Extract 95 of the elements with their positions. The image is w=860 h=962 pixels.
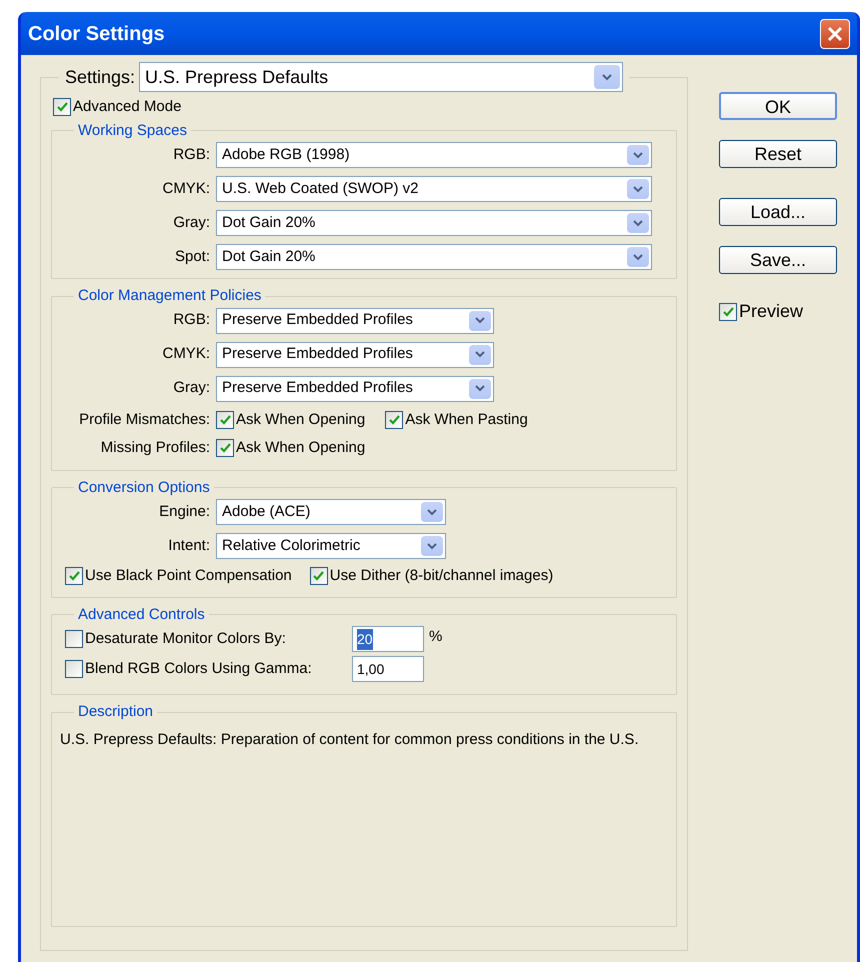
chevron-down-icon xyxy=(633,152,643,158)
checkbox[interactable] xyxy=(65,630,83,648)
dialog-button[interactable]: Save... xyxy=(719,246,837,274)
dropdown[interactable]: Preserve Embedded Profiles xyxy=(216,342,494,368)
dropdown-value: Dot Gain 20% xyxy=(222,212,316,233)
field-label: Intent: xyxy=(167,536,211,556)
dropdown-arrow-button[interactable] xyxy=(627,179,649,199)
dropdown-value: Adobe (ACE) xyxy=(222,502,310,522)
check-icon xyxy=(68,571,80,582)
checkbox[interactable] xyxy=(65,660,83,678)
field-label: RGB: xyxy=(172,310,211,330)
group-title: Advanced Controls xyxy=(78,606,205,622)
group-title: Description xyxy=(78,703,154,720)
dropdown[interactable]: Relative Colorimetric xyxy=(216,533,446,559)
checkbox[interactable] xyxy=(216,439,234,458)
check-icon xyxy=(313,571,324,582)
checkbox-label: Ask When Pasting xyxy=(405,410,528,430)
settings-label: Settings: xyxy=(65,66,136,89)
dropdown[interactable]: Dot Gain 20% xyxy=(216,244,652,270)
dropdown-arrow-button[interactable] xyxy=(421,536,443,556)
checkbox-label: Preview xyxy=(739,300,804,323)
checkbox[interactable] xyxy=(385,410,404,429)
text-field[interactable]: 20 xyxy=(352,626,424,652)
dropdown-value: Dot Gain 20% xyxy=(222,246,316,267)
checkbox[interactable] xyxy=(53,98,71,116)
field-label: Gray: xyxy=(172,212,211,233)
field-label: Gray: xyxy=(172,378,211,398)
unit-label: % xyxy=(429,627,442,647)
dropdown-value: Preserve Embedded Profiles xyxy=(222,310,413,330)
dropdown[interactable]: Adobe RGB (1998) xyxy=(216,142,652,168)
check-icon xyxy=(388,414,400,425)
dropdown-value: U.S. Web Coated (SWOP) v2 xyxy=(222,178,418,199)
dropdown-value: U.S. Prepress Defaults xyxy=(145,66,328,89)
chevron-down-icon xyxy=(475,317,485,324)
field-label: Profile Mismatches: xyxy=(78,410,211,430)
dialog-button[interactable]: Load... xyxy=(719,198,837,226)
field-label: RGB: xyxy=(172,144,211,165)
field-label: Engine: xyxy=(158,502,211,522)
chevron-down-icon xyxy=(633,254,643,260)
group-title: Working Spaces xyxy=(78,122,187,138)
checkbox[interactable] xyxy=(65,567,83,586)
dropdown-value: Adobe RGB (1998) xyxy=(222,144,350,165)
dropdown-arrow-button[interactable] xyxy=(627,213,649,233)
dropdown-arrow-button[interactable] xyxy=(469,344,491,364)
dropdown[interactable]: Adobe (ACE) xyxy=(216,499,446,525)
checkbox-label: Blend RGB Colors Using Gamma: xyxy=(85,658,312,679)
dropdown[interactable]: U.S. Web Coated (SWOP) v2 xyxy=(216,176,652,202)
checkbox-label: Use Black Point Compensation xyxy=(85,566,292,586)
chevron-down-icon xyxy=(427,542,437,550)
text-field[interactable]: 1,00 xyxy=(352,656,424,682)
chevron-down-icon xyxy=(633,220,643,226)
check-icon xyxy=(722,306,734,316)
dropdown-arrow-button[interactable] xyxy=(627,145,649,165)
field-label: CMYK: xyxy=(161,344,211,364)
checkbox-label: Use Dither (8-bit/channel images) xyxy=(330,566,554,586)
group-title: Color Management Policies xyxy=(78,287,262,304)
dropdown[interactable]: Dot Gain 20% xyxy=(216,210,652,236)
checkbox[interactable] xyxy=(719,302,737,320)
group-title: Conversion Options xyxy=(78,478,210,496)
close-icon xyxy=(827,26,843,42)
dialog-button[interactable]: Reset xyxy=(719,140,837,168)
checkbox-label: Desaturate Monitor Colors By: xyxy=(85,628,286,649)
dropdown-value: Relative Colorimetric xyxy=(222,536,360,556)
chevron-down-icon xyxy=(475,351,485,358)
dropdown-value: Preserve Embedded Profiles xyxy=(222,378,413,398)
checkbox-label: Ask When Opening xyxy=(236,410,366,430)
dropdown[interactable]: U.S. Prepress Defaults xyxy=(139,62,624,92)
dropdown[interactable]: Preserve Embedded Profiles xyxy=(216,308,494,334)
dropdown-arrow-button[interactable] xyxy=(627,247,649,267)
field-value: 1,00 xyxy=(357,660,384,678)
chevron-down-icon xyxy=(475,385,485,392)
dropdown-arrow-button[interactable] xyxy=(594,65,620,89)
checkbox-label: Ask When Opening xyxy=(236,438,366,458)
check-icon xyxy=(56,102,68,112)
dropdown-value: Preserve Embedded Profiles xyxy=(222,344,413,364)
dropdown-arrow-button[interactable] xyxy=(469,310,491,330)
close-button[interactable] xyxy=(820,18,850,48)
field-value: 20 xyxy=(357,628,373,650)
field-label: Missing Profiles: xyxy=(100,438,211,458)
chevron-down-icon xyxy=(427,508,437,516)
dropdown[interactable]: Preserve Embedded Profiles xyxy=(216,376,494,402)
field-label: Spot: xyxy=(174,246,211,267)
checkbox-label: Advanced Mode xyxy=(73,97,182,117)
chevron-down-icon xyxy=(602,74,612,80)
checkbox[interactable] xyxy=(216,410,234,429)
dropdown-arrow-button[interactable] xyxy=(469,378,491,398)
check-icon xyxy=(220,443,230,454)
window-title: Color Settings xyxy=(28,22,165,46)
dropdown-arrow-button[interactable] xyxy=(421,502,443,522)
description-text: U.S. Prepress Defaults: Preparation of content for common press conditions in the U.S. xyxy=(60,730,640,750)
field-label: CMYK: xyxy=(161,178,211,199)
dialog-button[interactable]: OK xyxy=(719,92,837,120)
chevron-down-icon xyxy=(633,186,643,192)
checkbox[interactable] xyxy=(310,567,328,586)
check-icon xyxy=(220,414,230,425)
